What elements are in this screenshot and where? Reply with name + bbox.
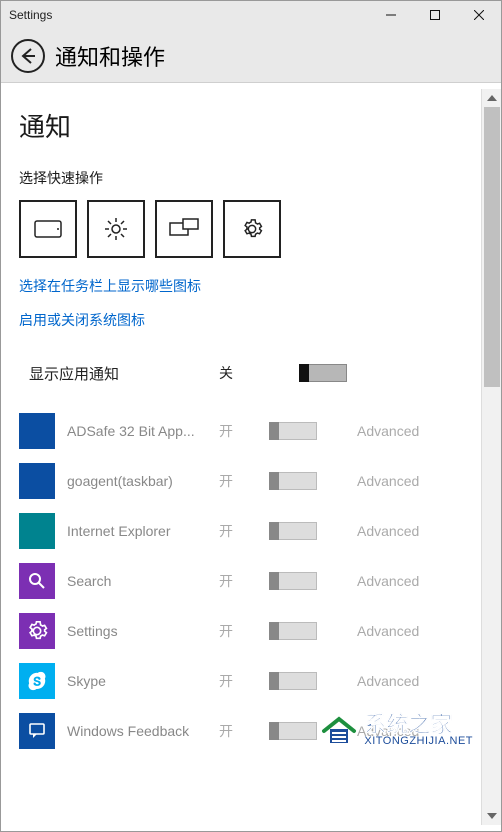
close-button[interactable] [457, 1, 501, 29]
app-row: ADSafe 32 Bit App...开 Advanced [19, 406, 479, 456]
maximize-button[interactable] [413, 1, 457, 29]
page-header: 通知和操作 [1, 29, 501, 83]
gear-icon [241, 218, 263, 240]
brightness-icon [104, 217, 128, 241]
app-toggle[interactable] [269, 722, 317, 740]
section-heading: 通知 [19, 107, 479, 144]
page-title: 通知和操作 [55, 40, 165, 72]
quick-action-brightness[interactable] [87, 200, 145, 258]
show-app-notifications-toggle[interactable] [299, 364, 347, 382]
app-name: Windows Feedback [67, 723, 219, 739]
app-advanced-link[interactable]: Advanced [349, 423, 479, 439]
minimize-icon [386, 10, 396, 20]
app-toggle[interactable] [269, 472, 317, 490]
app-toggle[interactable] [269, 422, 317, 440]
back-arrow-icon [19, 47, 37, 65]
app-state: 开 [219, 721, 269, 741]
app-name: goagent(taskbar) [67, 473, 219, 489]
app-toggle[interactable] [269, 522, 317, 540]
tablet-icon [34, 219, 62, 239]
link-toggle-system-icons[interactable]: 启用或关闭系统图标 [19, 310, 479, 330]
show-app-notifications-row: 显示应用通知 关 [19, 348, 479, 398]
app-advanced-link[interactable]: Advanced [349, 623, 479, 639]
app-advanced-link[interactable]: Advanced [349, 473, 479, 489]
app-row: Windows Feedback开 Advanced [19, 706, 479, 756]
app-state: 开 [219, 671, 269, 691]
app-advanced-link[interactable]: Advanced [349, 573, 479, 589]
app-advanced-link[interactable]: Advanced [349, 723, 479, 739]
content-viewport: 通知 选择快速操作 [1, 83, 501, 831]
app-icon-container [19, 513, 67, 549]
app-state: 开 [219, 471, 269, 491]
app-icon-container [19, 563, 67, 599]
app-row: Internet Explorer开 Advanced [19, 506, 479, 556]
app-toggle[interactable] [269, 622, 317, 640]
connect-icon [169, 218, 199, 240]
quick-action-connect[interactable] [155, 200, 213, 258]
app-icon-container [19, 463, 67, 499]
quick-actions-label: 选择快速操作 [19, 168, 479, 188]
window-title: Settings [9, 8, 52, 22]
app-name: Settings [67, 623, 219, 639]
back-button[interactable] [11, 39, 45, 73]
minimize-button[interactable] [369, 1, 413, 29]
show-app-notifications-state: 关 [219, 363, 269, 383]
app-toggle[interactable] [269, 672, 317, 690]
app-icon-container [19, 413, 67, 449]
app-icon-container [19, 663, 67, 699]
maximize-icon [430, 10, 440, 20]
app-toggle[interactable] [269, 572, 317, 590]
app-row: Search开 Advanced [19, 556, 479, 606]
app-advanced-link[interactable]: Advanced [349, 673, 479, 689]
app-row: goagent(taskbar)开 Advanced [19, 456, 479, 506]
chevron-down-icon [487, 813, 497, 819]
scroll-down-button[interactable] [482, 807, 501, 825]
app-state: 开 [219, 421, 269, 441]
window-titlebar: Settings [1, 1, 501, 29]
show-app-notifications-label: 显示应用通知 [29, 363, 219, 384]
app-name: Internet Explorer [67, 523, 219, 539]
quick-action-all-settings[interactable] [223, 200, 281, 258]
app-row: Skype开 Advanced [19, 656, 479, 706]
scrollbar-thumb[interactable] [484, 107, 500, 387]
app-advanced-link[interactable]: Advanced [349, 523, 479, 539]
close-icon [474, 10, 484, 20]
scroll-up-button[interactable] [482, 89, 501, 107]
vertical-scrollbar[interactable] [481, 89, 501, 825]
app-state: 开 [219, 571, 269, 591]
quick-actions-row [19, 200, 479, 258]
app-state: 开 [219, 521, 269, 541]
quick-action-tablet-mode[interactable] [19, 200, 77, 258]
app-icon-container [19, 613, 67, 649]
app-state: 开 [219, 621, 269, 641]
chevron-up-icon [487, 95, 497, 101]
app-name: Skype [67, 673, 219, 689]
link-choose-taskbar-icons[interactable]: 选择在任务栏上显示哪些图标 [19, 276, 479, 296]
app-name: ADSafe 32 Bit App... [67, 423, 219, 439]
app-name: Search [67, 573, 219, 589]
app-icon-container [19, 713, 67, 749]
app-row: Settings开 Advanced [19, 606, 479, 656]
